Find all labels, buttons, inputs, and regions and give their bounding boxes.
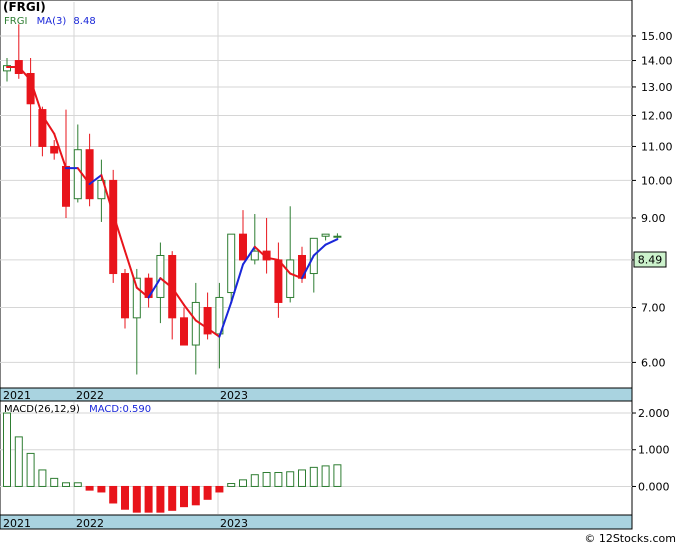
macd-bar-positive — [333, 464, 342, 487]
candle-body-down — [180, 317, 188, 346]
x-tick-label: 2021 — [3, 389, 31, 402]
candle-body-up — [132, 277, 141, 319]
macd-bar-positive — [286, 471, 295, 487]
price-y-tick-label: 7.00 — [641, 301, 666, 314]
candle-body-up — [227, 233, 236, 294]
price-y-tick-label: 14.00 — [641, 55, 673, 68]
macd-panel: 2.000 1.000 0.000 2021 2022 2023 MACD(26,12,… — [0, 400, 670, 530]
macd-bar-negative — [121, 485, 129, 510]
x-tick-label: 2023 — [220, 517, 248, 530]
macd-bar-negative — [156, 485, 165, 513]
macd-bar-negative — [132, 485, 141, 513]
macd-plot-frame — [0, 400, 633, 516]
macd-bar-negative — [97, 485, 106, 493]
legend-symbol: FRGI — [4, 16, 27, 27]
macd-bar-negative — [144, 485, 153, 513]
price-plot-frame — [0, 0, 633, 389]
x-tick-label: 2023 — [220, 389, 248, 402]
legend-ma-label: MA(3) — [37, 16, 67, 27]
macd-y-tick-label: 0.000 — [638, 480, 670, 493]
price-legend: FRGI MA(3) 8.48 — [4, 16, 96, 27]
legend-ma-value: 8.48 — [73, 16, 95, 27]
candle-body-up — [250, 250, 259, 261]
x-tick-label: 2022 — [76, 389, 104, 402]
last-value-marker: 8.49 — [633, 251, 667, 268]
candle-body-up — [191, 301, 200, 346]
macd-bar-positive — [38, 469, 47, 487]
macd-legend-value: MACD:0.590 — [89, 404, 151, 415]
x-tick-label: 2022 — [76, 517, 104, 530]
macd-bar-negative — [168, 485, 177, 511]
macd-bar-positive — [26, 452, 35, 487]
macd-bar-positive — [250, 474, 259, 487]
candle — [109, 169, 118, 283]
price-y-tick-label: 11.00 — [641, 140, 673, 153]
macd-bar-positive — [62, 482, 70, 487]
macd-bar-negative — [85, 485, 94, 491]
macd-bar-negative — [109, 485, 118, 504]
candle-body-down — [109, 179, 118, 275]
macd-bar-positive — [73, 482, 82, 487]
macd-bar-positive — [321, 465, 330, 487]
macd-bar-positive — [274, 472, 283, 487]
macd-bar-positive — [14, 436, 23, 487]
candle-body-up — [333, 235, 342, 238]
macd-bar-positive — [309, 466, 318, 487]
macd-bar-positive — [50, 477, 59, 487]
macd-y-axis-ticks: 2.000 1.000 0.000 — [632, 407, 670, 493]
price-y-tick-label: 9.00 — [641, 212, 666, 225]
candle-body-down — [239, 233, 247, 261]
macd-bar-positive — [239, 479, 247, 487]
price-y-tick-label: 6.00 — [641, 356, 666, 369]
macd-bar-positive — [227, 483, 236, 487]
macd-bar-negative — [191, 485, 200, 506]
price-y-tick-label: 10.00 — [641, 174, 673, 187]
macd-bar-positive — [262, 472, 271, 487]
macd-bar-negative — [203, 485, 212, 500]
macd-bar-positive — [3, 412, 11, 487]
price-y-tick-label: 15.00 — [641, 30, 673, 43]
candle-body-down — [50, 145, 59, 154]
macd-bar-negative — [215, 485, 224, 493]
x-tick-label: 2021 — [3, 517, 31, 530]
price-y-tick-label: 12.00 — [641, 109, 673, 122]
watermark: © 12Stocks.com — [584, 532, 676, 545]
chart-title: (FRGI) — [3, 0, 46, 14]
price-y-tick-label: 13.00 — [641, 81, 673, 94]
candle-body-up — [73, 149, 82, 200]
stock-chart: 6.007.008.009.0010.0011.0012.0013.0014.0… — [0, 0, 676, 545]
macd-bar-positive — [298, 469, 306, 487]
candle-body-up — [321, 233, 330, 237]
price-y-axis-ticks: 6.007.008.009.0010.0011.0012.0013.0014.0… — [632, 30, 673, 369]
candle-body-down — [121, 273, 129, 319]
macd-bar-negative — [180, 485, 188, 508]
macd-legend: MACD(26,12,9) MACD:0.590 — [4, 404, 151, 415]
macd-legend-name: MACD(26,12,9) — [4, 404, 80, 415]
last-value-label: 8.49 — [638, 254, 663, 267]
price-panel: 6.007.008.009.0010.0011.0012.0013.0014.0… — [0, 0, 673, 402]
macd-y-tick-label: 2.000 — [638, 407, 670, 420]
candle-body-down — [85, 149, 94, 200]
candle-body-down — [62, 165, 70, 207]
candle-body-up — [286, 259, 295, 298]
candle-body-up — [156, 254, 165, 298]
macd-y-tick-label: 1.000 — [638, 444, 670, 457]
candle-body-down — [274, 259, 283, 303]
